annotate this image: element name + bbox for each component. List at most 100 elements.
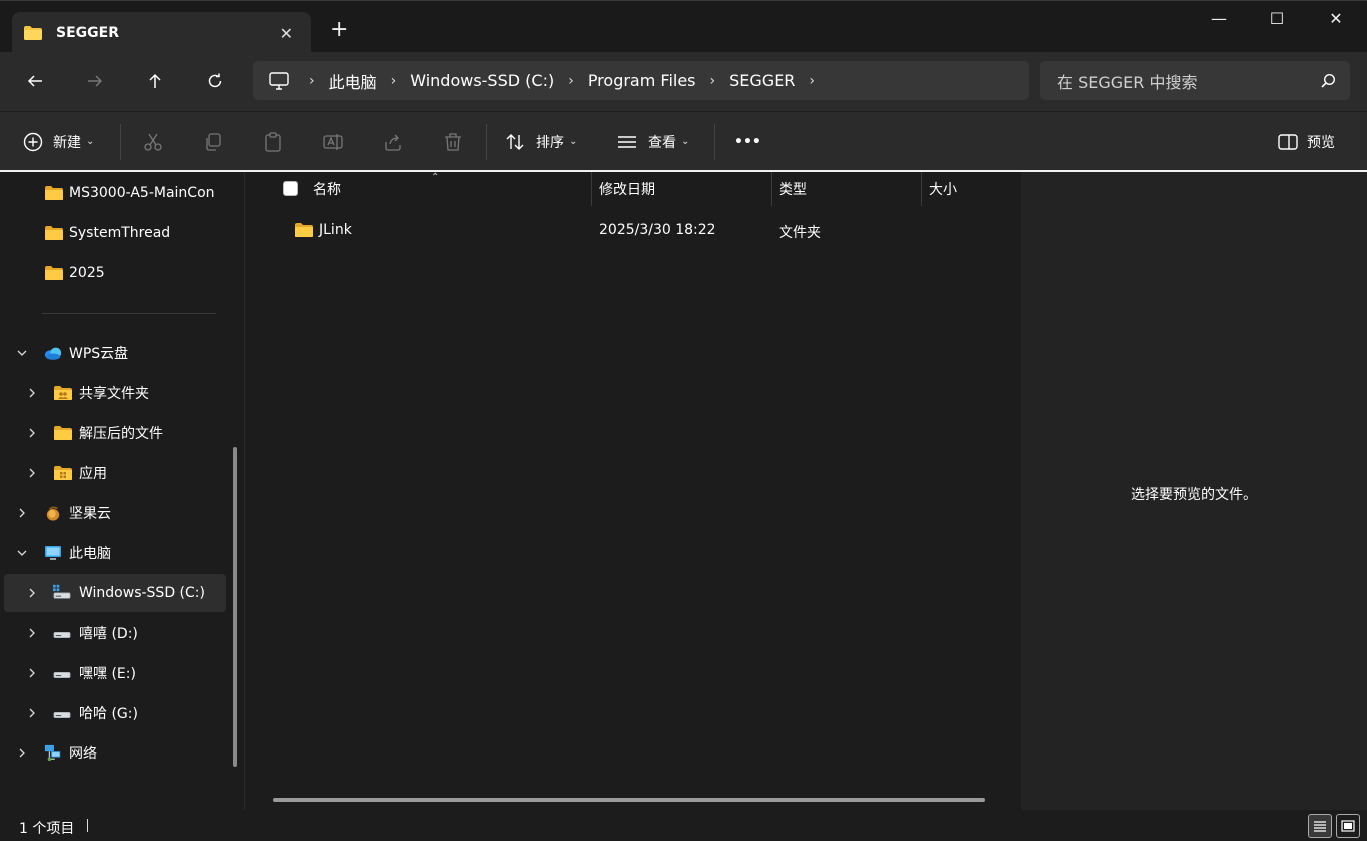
sidebar-item-drive-c[interactable]: Windows-SSD (C:) [4,574,226,612]
chevron-right-icon[interactable] [16,747,28,759]
sidebar-item-shared-folder[interactable]: 共享文件夹 [4,375,226,411]
thumbnail-view-button[interactable] [1336,814,1360,838]
folder-icon [45,186,63,200]
sidebar-item-label: 此电脑 [69,546,111,562]
column-divider[interactable] [771,172,772,206]
chevron-down-icon[interactable] [16,547,28,559]
select-all-checkbox[interactable] [283,181,298,196]
chevron-right-icon[interactable]: › [568,73,574,89]
up-button[interactable] [143,69,167,93]
paste-button[interactable] [263,112,283,171]
drive-icon [53,671,71,679]
breadcrumb-segger[interactable]: SEGGER [729,71,795,90]
sidebar-item-this-pc[interactable]: 此电脑 [4,535,226,571]
chevron-right-icon[interactable] [16,507,28,519]
sidebar-item-systemthread[interactable]: SystemThread [4,215,226,251]
chevron-right-icon[interactable] [26,587,38,599]
chevron-right-icon[interactable]: › [391,73,397,89]
address-bar[interactable]: › 此电脑 › Windows-SSD (C:) › Program Files… [253,61,1029,100]
column-header-modified[interactable]: 修改日期 [599,172,655,206]
sidebar-item-label: SystemThread [69,225,171,241]
search-box[interactable]: 在 SEGGER 中搜索 [1040,61,1350,100]
minimize-button[interactable]: — [1196,9,1242,33]
search-icon[interactable] [1321,73,1336,88]
cut-button[interactable] [143,112,163,171]
sidebar-item-drive-d[interactable]: 嘻嘻 (D:) [4,615,226,651]
copy-button[interactable] [203,112,223,171]
sidebar-scrollbar[interactable] [233,447,237,767]
breadcrumb-program-files[interactable]: Program Files [588,71,696,90]
preview-pane-button[interactable]: 预览 [1278,112,1335,171]
sidebar-item-label: 嘻嘻 (D:) [79,626,138,642]
sidebar-item-apps[interactable]: 应用 [4,455,226,491]
chevron-down-icon: ⌄ [569,136,578,147]
sidebar-item-ms3000[interactable]: MS3000-A5-MainCon [4,175,226,211]
sidebar-item-wps-cloud[interactable]: WPS云盘 [4,335,226,371]
thumbnail-view-icon [1341,820,1355,832]
sidebar-item-2025[interactable]: 2025 [4,255,226,291]
nut-icon [46,506,60,521]
chevron-right-icon[interactable] [26,427,38,439]
chevron-right-icon[interactable] [26,387,38,399]
horizontal-scrollbar[interactable] [273,798,985,802]
command-bar: 新建 ⌄ 排序 ⌄ 查看 ⌄ ••• 预览 [0,111,1367,170]
sidebar-item-label: 2025 [69,265,105,281]
sidebar-item-network[interactable]: 网络 [4,735,226,771]
table-row[interactable]: JLink 2025/3/30 18:22 文件夹 [249,212,1021,248]
sidebar-item-label: WPS云盘 [69,346,129,362]
column-divider[interactable] [591,172,592,206]
share-icon [385,134,401,151]
delete-button[interactable] [443,112,463,171]
chevron-right-icon[interactable] [26,627,38,639]
sidebar-item-label: MS3000-A5-MainCon [69,185,215,201]
more-options-button[interactable]: ••• [734,112,761,171]
column-header-size[interactable]: 大小 [929,172,957,206]
copy-icon [206,132,221,151]
sidebar-item-label: 网络 [69,746,97,762]
chevron-down-icon[interactable] [16,347,28,359]
tab-close-icon[interactable]: ✕ [280,24,293,43]
breadcrumb-this-pc[interactable]: 此电脑 [329,69,377,93]
back-button[interactable] [23,69,47,93]
details-view-button[interactable] [1308,814,1332,838]
sidebar-item-drive-g[interactable]: 哈哈 (G:) [4,695,226,731]
scissors-icon [144,133,162,151]
drive-icon [53,711,71,719]
chevron-right-icon[interactable] [26,467,38,479]
share-button[interactable] [383,112,403,171]
preview-label: 预览 [1307,134,1335,151]
sidebar-item-drive-e[interactable]: 嘿嘿 (E:) [4,655,226,691]
chevron-right-icon[interactable]: › [809,73,815,89]
arrow-up-icon [149,73,161,88]
refresh-button[interactable] [203,69,227,93]
new-button[interactable]: 新建 ⌄ [23,112,94,171]
sidebar-item-label: 解压后的文件 [79,426,163,442]
column-header-name[interactable]: 名称 [313,172,341,206]
clipboard-icon [265,131,281,152]
chevron-right-icon[interactable] [26,707,38,719]
title-bar: SEGGER ✕ + — ☐ ✕ [0,0,1367,53]
column-divider[interactable] [921,172,922,206]
sidebar-item-label: 共享文件夹 [79,386,149,402]
maximize-button[interactable]: ☐ [1254,9,1300,33]
close-window-button[interactable]: ✕ [1313,9,1359,33]
view-button[interactable]: 查看 ⌄ [617,112,689,171]
sidebar-item-label: 哈哈 (G:) [79,706,138,722]
sidebar-item-jianguoyun[interactable]: 坚果云 [4,495,226,531]
column-header-type[interactable]: 类型 [779,172,807,206]
chevron-right-icon[interactable] [26,667,38,679]
arrow-left-icon [27,75,42,87]
arrow-right-icon [88,75,103,87]
forward-button[interactable] [83,69,107,93]
plus-circle-icon [23,132,43,151]
chevron-right-icon[interactable]: › [710,73,716,89]
sidebar-item-extracted-files[interactable]: 解压后的文件 [4,415,226,451]
sort-button[interactable]: 排序 ⌄ [505,112,577,171]
tab-segger[interactable]: SEGGER ✕ [12,12,311,53]
new-tab-button[interactable]: + [330,19,348,41]
navigation-pane: MS3000-A5-MainCon SystemThread 2025 WPS云… [0,172,245,810]
chevron-right-icon[interactable]: › [309,73,315,89]
rename-button[interactable] [323,112,343,171]
breadcrumb-drive-c[interactable]: Windows-SSD (C:) [410,71,554,90]
navigation-bar: › 此电脑 › Windows-SSD (C:) › Program Files… [0,52,1367,111]
